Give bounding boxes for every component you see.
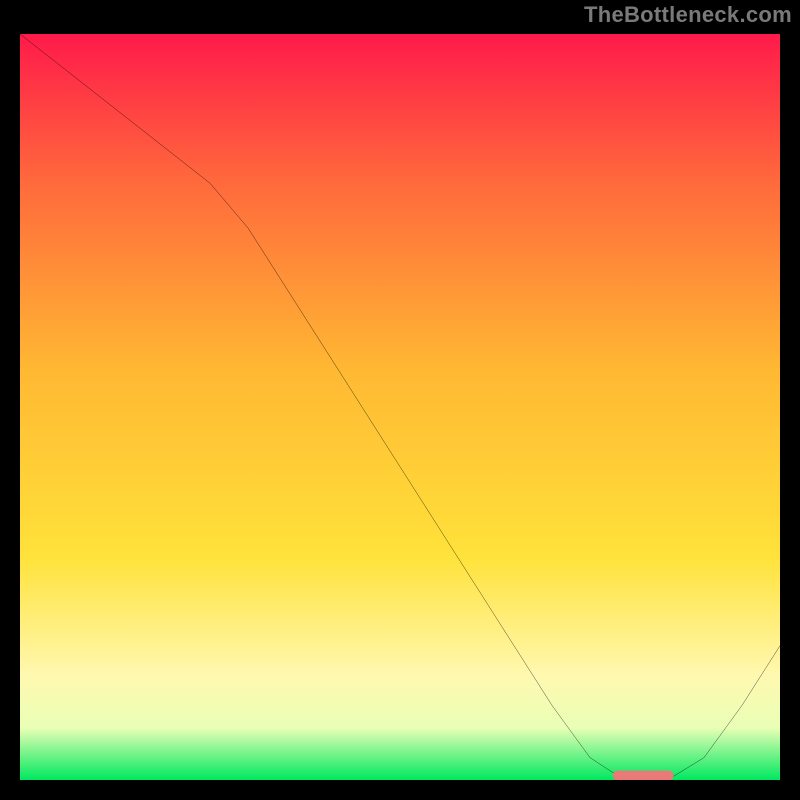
plot-area — [20, 34, 780, 780]
chart-svg — [20, 34, 780, 780]
chart-container: TheBottleneck.com — [0, 0, 800, 800]
watermark-text: TheBottleneck.com — [584, 2, 792, 28]
gradient-background — [20, 34, 780, 780]
optimal-zone-marker — [613, 771, 674, 780]
